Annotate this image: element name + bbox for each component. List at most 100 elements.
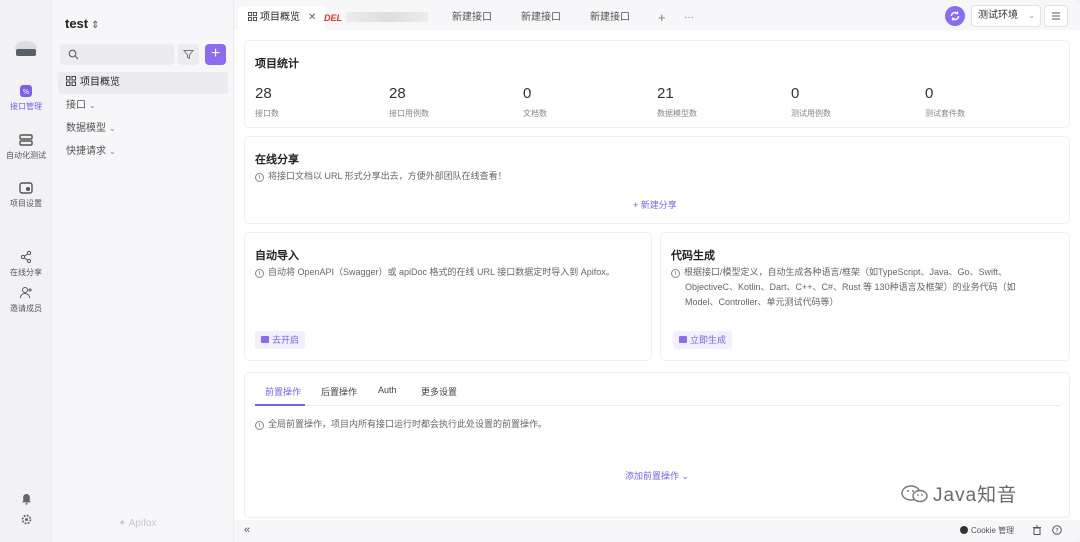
- method-badge: DEL: [324, 13, 342, 23]
- tree-item-api[interactable]: 接口 ⌄: [58, 95, 228, 117]
- tab-more-settings[interactable]: 更多设置: [421, 385, 457, 398]
- rail-item-label: 接口管理: [10, 102, 42, 111]
- info-icon: i: [255, 173, 264, 182]
- search-input[interactable]: [60, 44, 174, 65]
- chevron-down-icon: ⌄: [1028, 11, 1035, 20]
- tab-bar: 项目概览 ✕ DEL 新建接口 新建接口 新建接口 + ··· 测试环境 ⌄: [234, 0, 1080, 34]
- info-icon: i: [255, 421, 264, 430]
- enable-auto-import-button[interactable]: 去开启: [255, 331, 306, 349]
- nav-rail: % 接口管理 自动化测试 项目设置 在线分享 邀请成员: [0, 0, 52, 542]
- chevron-updown-icon: ⇕: [91, 20, 100, 31]
- rail-item-invite[interactable]: 邀请成员: [0, 286, 52, 314]
- pre-operations-hint: i 全局前置操作，项目内所有接口运行时都会执行此处设置的前置操作。: [255, 417, 547, 432]
- tab-new-api-1[interactable]: 新建接口: [442, 6, 502, 30]
- trash-icon[interactable]: [1032, 525, 1042, 535]
- rail-item-autotest[interactable]: 自动化测试: [0, 133, 52, 161]
- rail-item-label: 项目设置: [10, 199, 42, 208]
- hamburger-icon: [1052, 12, 1060, 20]
- main-content: 项目统计 28 接口数 28 接口用例数 0 文档数 21 数据模型数 0 测试…: [234, 30, 1080, 520]
- watermark: Java知音: [900, 480, 1017, 507]
- stat-value: 0: [925, 85, 934, 102]
- cookie-icon: [960, 526, 968, 534]
- brand-name: Apifox: [128, 518, 157, 529]
- stat-doc-count: 0 文档数: [523, 85, 547, 119]
- api-icon: %: [20, 85, 32, 97]
- cookie-manager-button[interactable]: Cookie 管理: [960, 525, 1014, 536]
- cookie-label: Cookie 管理: [971, 526, 1015, 535]
- share-icon: [20, 250, 32, 264]
- tree-item-data-model[interactable]: 数据模型 ⌄: [58, 118, 228, 140]
- chevron-down-icon: ⌄: [89, 101, 96, 110]
- tab-new-api-3[interactable]: 新建接口: [580, 6, 640, 30]
- codegen-card: 代码生成 i 根据接口/模型定义，自动生成各种语言/框架（如TypeScript、…: [660, 232, 1070, 361]
- hint-text: 自动将 OpenAPI（Swagger）或 apiDoc 格式的在线 URL 接…: [268, 267, 615, 277]
- auto-import-hint: i 自动将 OpenAPI（Swagger）或 apiDoc 格式的在线 URL …: [255, 265, 645, 280]
- tab-label: 项目概览: [260, 12, 300, 23]
- add-button[interactable]: +: [205, 44, 226, 65]
- tab-del-endpoint[interactable]: DEL: [314, 6, 438, 30]
- button-label: 去开启: [272, 335, 300, 345]
- add-pre-operation-button[interactable]: 添加前置操作 ⌄: [625, 469, 689, 482]
- add-user-icon: [20, 287, 32, 299]
- share-card: 在线分享 i 将接口文档以 URL 形式分享出去，方便外部团队在线查看！ + 新建…: [244, 136, 1070, 224]
- tab-pre-operations[interactable]: 前置操作: [265, 385, 301, 398]
- project-sidebar: test ⇕ + 项目概览 接口 ⌄ 数据模型 ⌄ 快捷请求 ⌄ ✦ Apifo…: [52, 0, 234, 542]
- rail-item-label: 在线分享: [10, 268, 42, 277]
- brand-logo: ✦ Apifox: [118, 518, 156, 529]
- info-icon: i: [671, 269, 680, 278]
- redacted-text: [346, 12, 428, 22]
- hint-text: 根据接口/模型定义，自动生成各种语言/框架（如TypeScript、Java、G…: [684, 267, 1008, 277]
- settings-card-icon: [19, 182, 33, 194]
- stat-api-case-count: 28 接口用例数: [389, 85, 429, 119]
- project-switcher[interactable]: test ⇕: [65, 16, 100, 31]
- card-title: 项目统计: [255, 58, 299, 70]
- chevron-down-icon: ⌄: [109, 147, 116, 156]
- filter-button[interactable]: [178, 44, 199, 65]
- new-share-button[interactable]: + 新建分享: [633, 198, 677, 211]
- chevron-down-icon: ⌄: [109, 124, 116, 133]
- wechat-icon: [901, 485, 928, 503]
- card-title: 自动导入: [255, 250, 299, 262]
- environment-value: 测试环境: [978, 10, 1018, 21]
- tree-item-label: 项目概览: [80, 77, 120, 88]
- rail-item-label: 邀请成员: [10, 304, 42, 313]
- stat-value: 0: [523, 85, 532, 102]
- stat-label: 文档数: [523, 109, 547, 118]
- add-tab-button[interactable]: +: [658, 6, 666, 30]
- tree-item-quick-request[interactable]: 快捷请求 ⌄: [58, 141, 228, 163]
- generate-code-button[interactable]: 立即生成: [673, 331, 733, 349]
- tree-item-label: 接口: [66, 100, 86, 111]
- stat-label: 接口数: [255, 109, 279, 118]
- tab-new-api-2[interactable]: 新建接口: [511, 6, 571, 30]
- share-hint: i 将接口文档以 URL 形式分享出去，方便外部团队在线查看！: [255, 169, 507, 184]
- tab-auth[interactable]: Auth: [378, 385, 397, 395]
- stat-label: 测试用例数: [791, 109, 831, 118]
- menu-button[interactable]: [1044, 5, 1068, 27]
- stats-card: 项目统计 28 接口数 28 接口用例数 0 文档数 21 数据模型数 0 测试…: [244, 40, 1070, 128]
- settings-button[interactable]: [0, 514, 52, 528]
- tree-item-overview[interactable]: 项目概览: [58, 72, 228, 94]
- divider: [255, 405, 1061, 406]
- sync-button[interactable]: [945, 6, 965, 26]
- tab-label: 新建接口: [452, 12, 492, 23]
- more-tabs-button[interactable]: ···: [684, 6, 694, 30]
- environment-select[interactable]: 测试环境 ⌄: [971, 5, 1041, 27]
- stat-label: 接口用例数: [389, 109, 429, 118]
- notification-button[interactable]: [0, 493, 52, 508]
- stat-value: 21: [657, 85, 674, 102]
- apifox-icon: ✦: [118, 518, 129, 529]
- rail-item-api[interactable]: % 接口管理: [0, 84, 52, 112]
- tab-post-operations[interactable]: 后置操作: [321, 385, 357, 398]
- svg-text:?: ?: [1055, 527, 1058, 535]
- rail-item-settings[interactable]: 项目设置: [0, 181, 52, 209]
- team-avatar-icon[interactable]: [14, 40, 38, 60]
- status-bar: « Cookie 管理 ?: [234, 520, 1080, 542]
- rail-item-share[interactable]: 在线分享: [0, 250, 52, 278]
- stat-value: 28: [389, 85, 406, 102]
- help-icon[interactable]: ?: [1052, 525, 1062, 535]
- tab-label: 新建接口: [590, 12, 630, 23]
- collapse-sidebar-button[interactable]: «: [244, 524, 250, 536]
- stat-value: 28: [255, 85, 272, 102]
- auto-import-card: 自动导入 i 自动将 OpenAPI（Swagger）或 apiDoc 格式的在线…: [244, 232, 652, 361]
- project-name: test: [65, 16, 89, 31]
